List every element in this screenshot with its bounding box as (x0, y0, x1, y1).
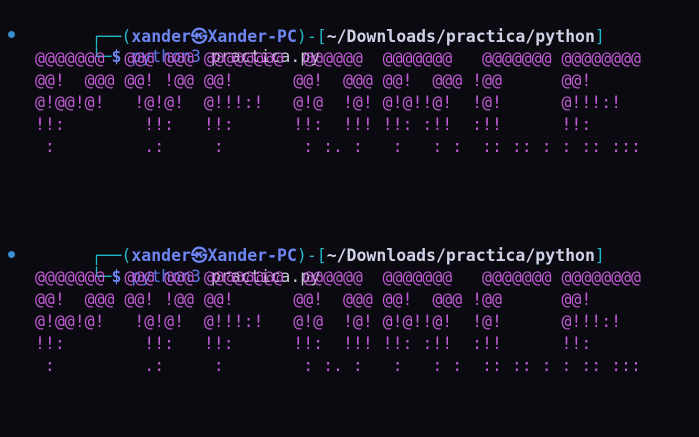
terminal-window[interactable]: ┌──(xander㉿Xander-PC)-[~/Downloads/pract… (0, 0, 699, 437)
output-line: @!@@!@! !@!@! @!!!:! @!@ !@! @!@!!@! !@!… (35, 312, 641, 331)
prompt-path: ~/Downloads/practica/python (326, 27, 595, 46)
output-line: !!: !!: !!: !!: !!! !!: :!! :!! !!: (35, 115, 641, 134)
prompt-path: ~/Downloads/practica/python (326, 246, 595, 265)
status-dot-icon (8, 251, 15, 258)
output-line: @@@@@@@ @@@ @@@ @@@@@@@@ @@@@@@ @@@@@@@ … (35, 268, 641, 287)
output-line: @!@@!@! !@!@! @!!!:! @!@ !@! @!@!!@! !@!… (35, 93, 641, 112)
command-line: └─$ python3 practica.py (32, 24, 321, 66)
prompt-header: ┌──(xander㉿Xander-PC)-[~/Downloads/pract… (32, 4, 605, 46)
output-line: @@! @@@ @@! !@@ @@! @@! @@@ @@! @@@ !@@ … (35, 71, 641, 90)
output-line: : .: : : :. : : : : :: :: : : :: ::: (35, 137, 641, 156)
output-line: : .: : : :. : : : : :: :: : : :: ::: (35, 356, 641, 375)
status-dot-icon (8, 31, 15, 38)
command-line: └─$ python3 practica.py (32, 244, 321, 286)
output-line: @@! @@@ @@! !@@ @@! @@! @@@ @@! @@@ !@@ … (35, 290, 641, 309)
prompt-header: ┌──(xander㉿Xander-PC)-[~/Downloads/pract… (32, 223, 605, 265)
prompt-close-bracket: ] (594, 27, 605, 46)
output-line: !!: !!: !!: !!: !!! !!: :!! :!! !!: (35, 334, 641, 353)
output-line: @@@@@@@ @@@ @@@ @@@@@@@@ @@@@@@ @@@@@@@ … (35, 49, 641, 68)
prompt-close-bracket: ] (594, 246, 605, 265)
